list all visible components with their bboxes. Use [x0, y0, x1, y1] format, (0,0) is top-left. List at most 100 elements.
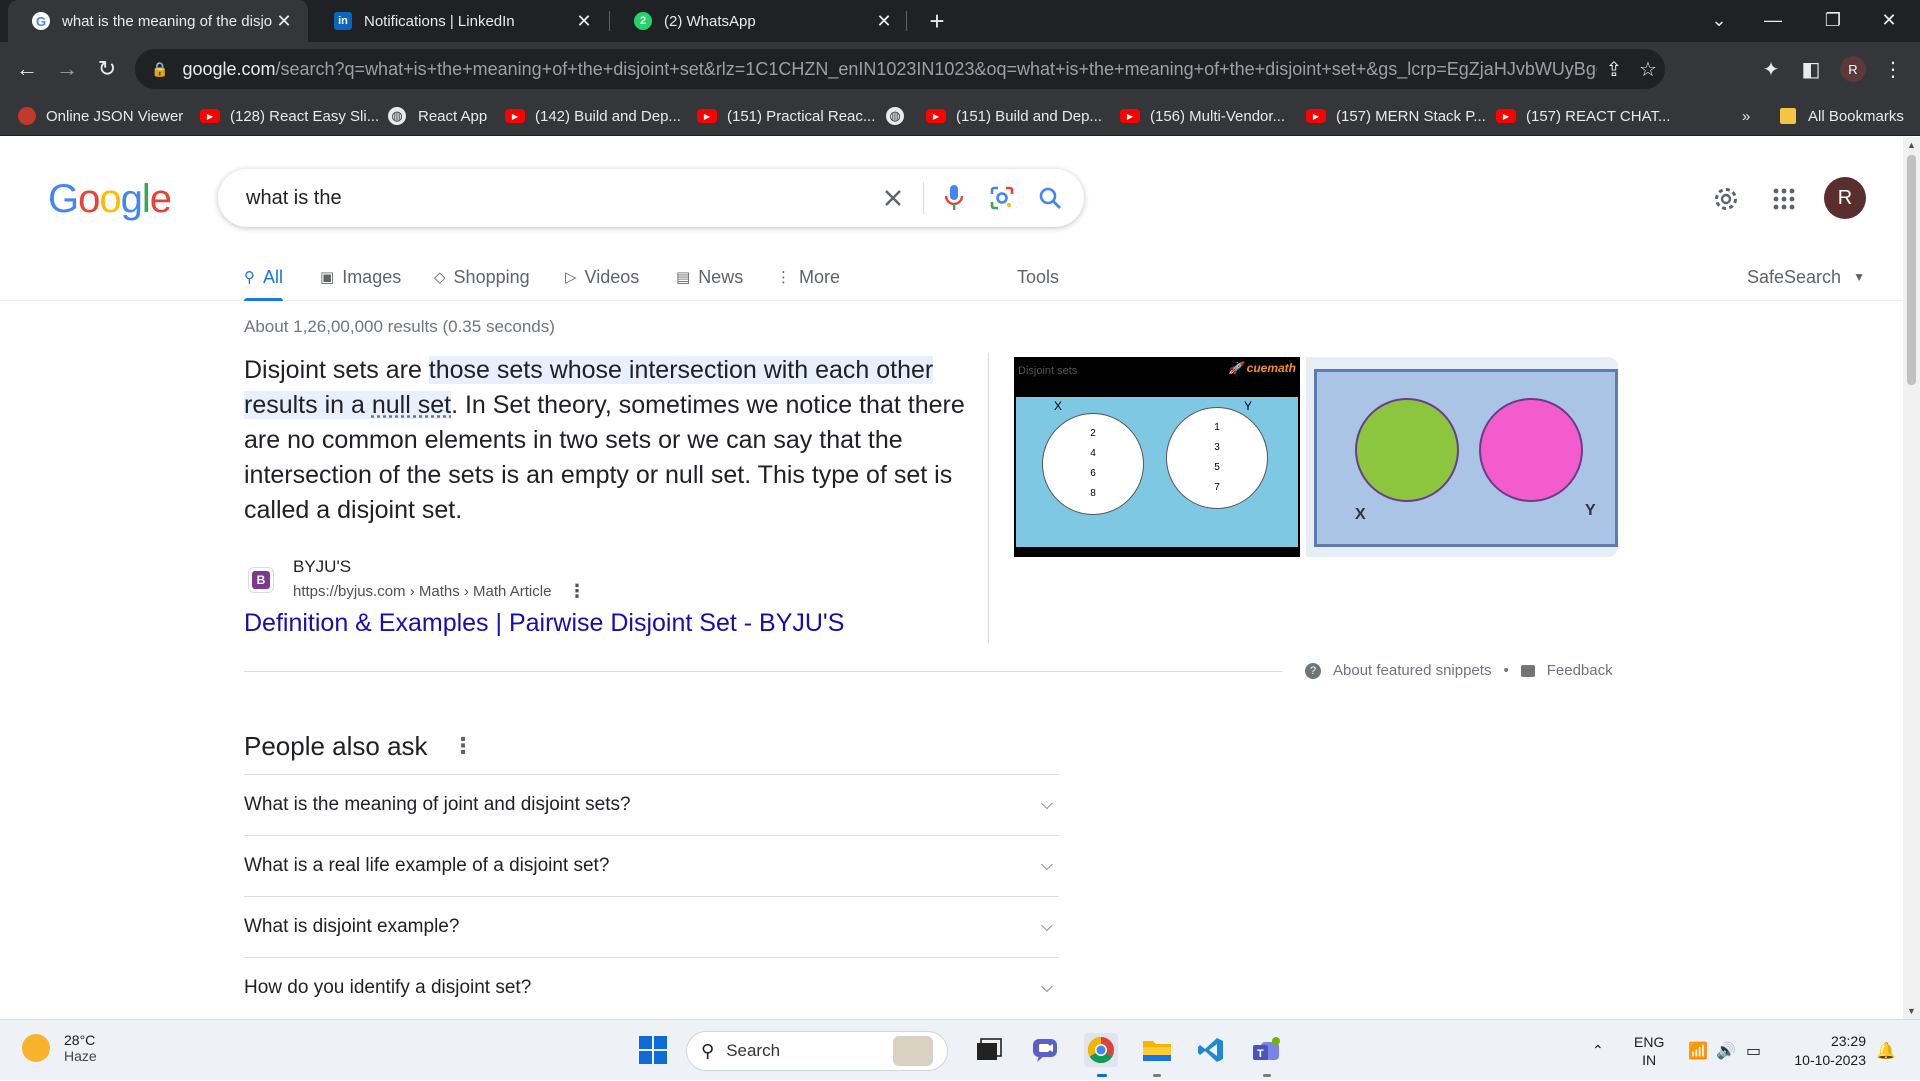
language-indicator[interactable]: ENG IN [1634, 1020, 1664, 1081]
chevron-down-icon: ⌵ [1040, 857, 1053, 874]
tab-more[interactable]: ⋮ More [776, 253, 840, 301]
close-icon[interactable]: ✕ [574, 11, 594, 31]
close-icon[interactable]: ✕ [274, 11, 294, 31]
restore-button[interactable]: ❐ [1810, 0, 1856, 40]
start-button[interactable] [636, 1033, 670, 1067]
wifi-icon[interactable]: 📶 [1688, 1020, 1708, 1081]
tab-google-search[interactable]: G what is the meaning of the disjo ✕ [8, 0, 308, 42]
tab-all[interactable]: ⚲ All [244, 253, 284, 301]
bookmark-item[interactable]: ▶ (142) Build and Dep... [505, 96, 681, 136]
paa-question[interactable]: What is the meaning of joint and disjoin… [244, 774, 1059, 835]
tab-images[interactable]: ▣ Images [320, 253, 401, 301]
tab-title: Notifications | LinkedIn [364, 12, 515, 30]
safesearch-button[interactable]: SafeSearch ▼ [1747, 253, 1865, 301]
menu-icon[interactable]: ⋮ [1878, 54, 1908, 84]
set-y-circle [1479, 398, 1583, 502]
tab-whatsapp[interactable]: 2 (2) WhatsApp ✕ [610, 0, 908, 42]
tab-shopping[interactable]: ◇ Shopping [434, 253, 530, 301]
back-button[interactable]: ← [12, 54, 42, 84]
venn-background: X Y [1314, 369, 1618, 547]
side-panel-icon[interactable]: ◧ [1796, 54, 1826, 84]
volume-icon[interactable]: 🔊 [1716, 1020, 1736, 1081]
tab-search-icon[interactable]: ⌄ [1696, 0, 1742, 40]
snippet-image-cuemath[interactable]: Disjoint sets 🚀 cuemath X Y 2468 1357 [1014, 357, 1300, 557]
paa-question[interactable]: What is a real life example of a disjoin… [244, 835, 1059, 896]
windows-logo-icon [639, 1036, 667, 1064]
tab-videos[interactable]: ▷ Videos [565, 253, 639, 301]
bookmark-star-icon[interactable]: ☆ [1631, 52, 1665, 86]
paa-question[interactable]: How do you identify a disjoint set? ⌵ [244, 957, 1059, 1018]
snippet-image-venn[interactable]: X Y [1306, 357, 1618, 557]
bookmark-globe[interactable]: ◍ [886, 96, 916, 136]
google-logo[interactable]: Google [48, 177, 172, 222]
clear-icon[interactable] [869, 174, 917, 222]
address-bar[interactable]: 🔒 google.com/search?q=what+is+the+meanin… [135, 49, 1665, 89]
task-view-icon[interactable] [972, 1033, 1006, 1067]
battery-icon[interactable]: ▭ [1746, 1020, 1761, 1081]
bookmarks-overflow-button[interactable]: » [1742, 96, 1750, 136]
close-window-button[interactable]: ✕ [1866, 0, 1912, 40]
reload-button[interactable]: ↻ [92, 54, 122, 84]
page-scrollbar[interactable]: ▲ ▼ [1903, 137, 1920, 1019]
settings-gear-icon[interactable] [1706, 179, 1746, 219]
youtube-icon: ▶ [505, 109, 525, 123]
vscode-icon[interactable] [1194, 1033, 1228, 1067]
teams-icon[interactable]: T [1250, 1033, 1284, 1067]
teams-chat-icon[interactable] [1028, 1033, 1062, 1067]
search-box[interactable]: what is the [218, 169, 1084, 227]
bookmark-item[interactable]: ▶ (151) Build and Dep... [926, 96, 1102, 136]
extensions-icon[interactable]: ✦ [1756, 54, 1786, 84]
share-icon[interactable]: ⇪ [1597, 52, 1631, 86]
clock[interactable]: 23:29 10-10-2023 [1786, 1020, 1866, 1081]
more-vert-icon[interactable]: ⋮ [568, 581, 586, 602]
bookmark-react-app[interactable]: ◍ React App [388, 96, 487, 136]
search-icon[interactable] [1026, 174, 1074, 222]
bookmark-item[interactable]: ▶ (156) Multi-Vendor... [1120, 96, 1285, 136]
search-tabs: ⚲ All ▣ Images ◇ Shopping ▷ Videos ▤ News ⋮ Mo… [0, 253, 1903, 301]
taskbar-search[interactable]: ⚲ Search [686, 1031, 948, 1071]
source-name[interactable]: BYJU'S [293, 557, 351, 577]
account-avatar[interactable]: R [1824, 177, 1866, 219]
dropdown-arrow-icon: ▼ [1853, 270, 1865, 284]
all-bookmarks-button[interactable]: All Bookmarks [1780, 96, 1904, 136]
more-vert-icon[interactable]: ⋮ [452, 733, 474, 759]
feedback-link[interactable]: Feedback [1547, 662, 1613, 679]
scroll-thumb[interactable] [1907, 155, 1916, 385]
set-y-circle: 1357 [1166, 407, 1268, 509]
notification-bell-icon[interactable]: 🔔 [1876, 1020, 1896, 1081]
search-icon: ⚲ [244, 269, 255, 286]
microphone-icon[interactable] [930, 174, 978, 222]
bookmark-item[interactable]: ▶ (157) REACT CHAT... [1496, 96, 1670, 136]
lock-icon[interactable]: 🔒 [151, 61, 168, 78]
tools-button[interactable]: Tools [1017, 253, 1059, 301]
divider [244, 671, 1282, 672]
show-hidden-icons[interactable]: ⌃ [1592, 1020, 1604, 1081]
paa-question[interactable]: What is disjoint example? ⌵ [244, 896, 1059, 957]
search-input[interactable]: what is the [246, 187, 869, 210]
svg-text:G: G [36, 14, 46, 28]
tab-news[interactable]: ▤ News [676, 253, 743, 301]
image-caption: Disjoint sets [1018, 365, 1078, 377]
scroll-up-icon[interactable]: ▲ [1903, 137, 1920, 153]
close-icon[interactable]: ✕ [874, 11, 894, 31]
bookmark-online-json-viewer[interactable]: Online JSON Viewer [18, 96, 183, 136]
google-lens-icon[interactable] [978, 174, 1026, 222]
separator: • [1503, 662, 1509, 679]
url-text[interactable]: google.com/search?q=what+is+the+meaning+… [182, 59, 1597, 80]
chrome-taskbar-icon[interactable] [1084, 1033, 1118, 1067]
source-url[interactable]: https://byjus.com › Maths › Math Article [293, 583, 551, 600]
bookmark-item[interactable]: ▶ (151) Practical Reac... [697, 96, 875, 136]
new-tab-button[interactable]: + [922, 6, 952, 36]
scroll-down-icon[interactable]: ▼ [1903, 1003, 1920, 1019]
bookmark-item[interactable]: ▶ (128) React Easy Sli... [200, 96, 379, 136]
profile-button[interactable]: R [1838, 54, 1868, 84]
about-featured-snippets-link[interactable]: About featured snippets [1333, 662, 1491, 679]
tab-linkedin[interactable]: in Notifications | LinkedIn ✕ [310, 0, 608, 42]
result-title-link[interactable]: Definition & Examples | Pairwise Disjoin… [244, 609, 844, 638]
weather-widget[interactable]: 28°C Haze [22, 1032, 97, 1064]
minimize-button[interactable]: — [1750, 0, 1796, 40]
forward-button[interactable]: → [52, 54, 82, 84]
google-apps-icon[interactable] [1764, 179, 1804, 219]
file-explorer-icon[interactable] [1140, 1033, 1174, 1067]
bookmark-item[interactable]: ▶ (157) MERN Stack P... [1306, 96, 1486, 136]
